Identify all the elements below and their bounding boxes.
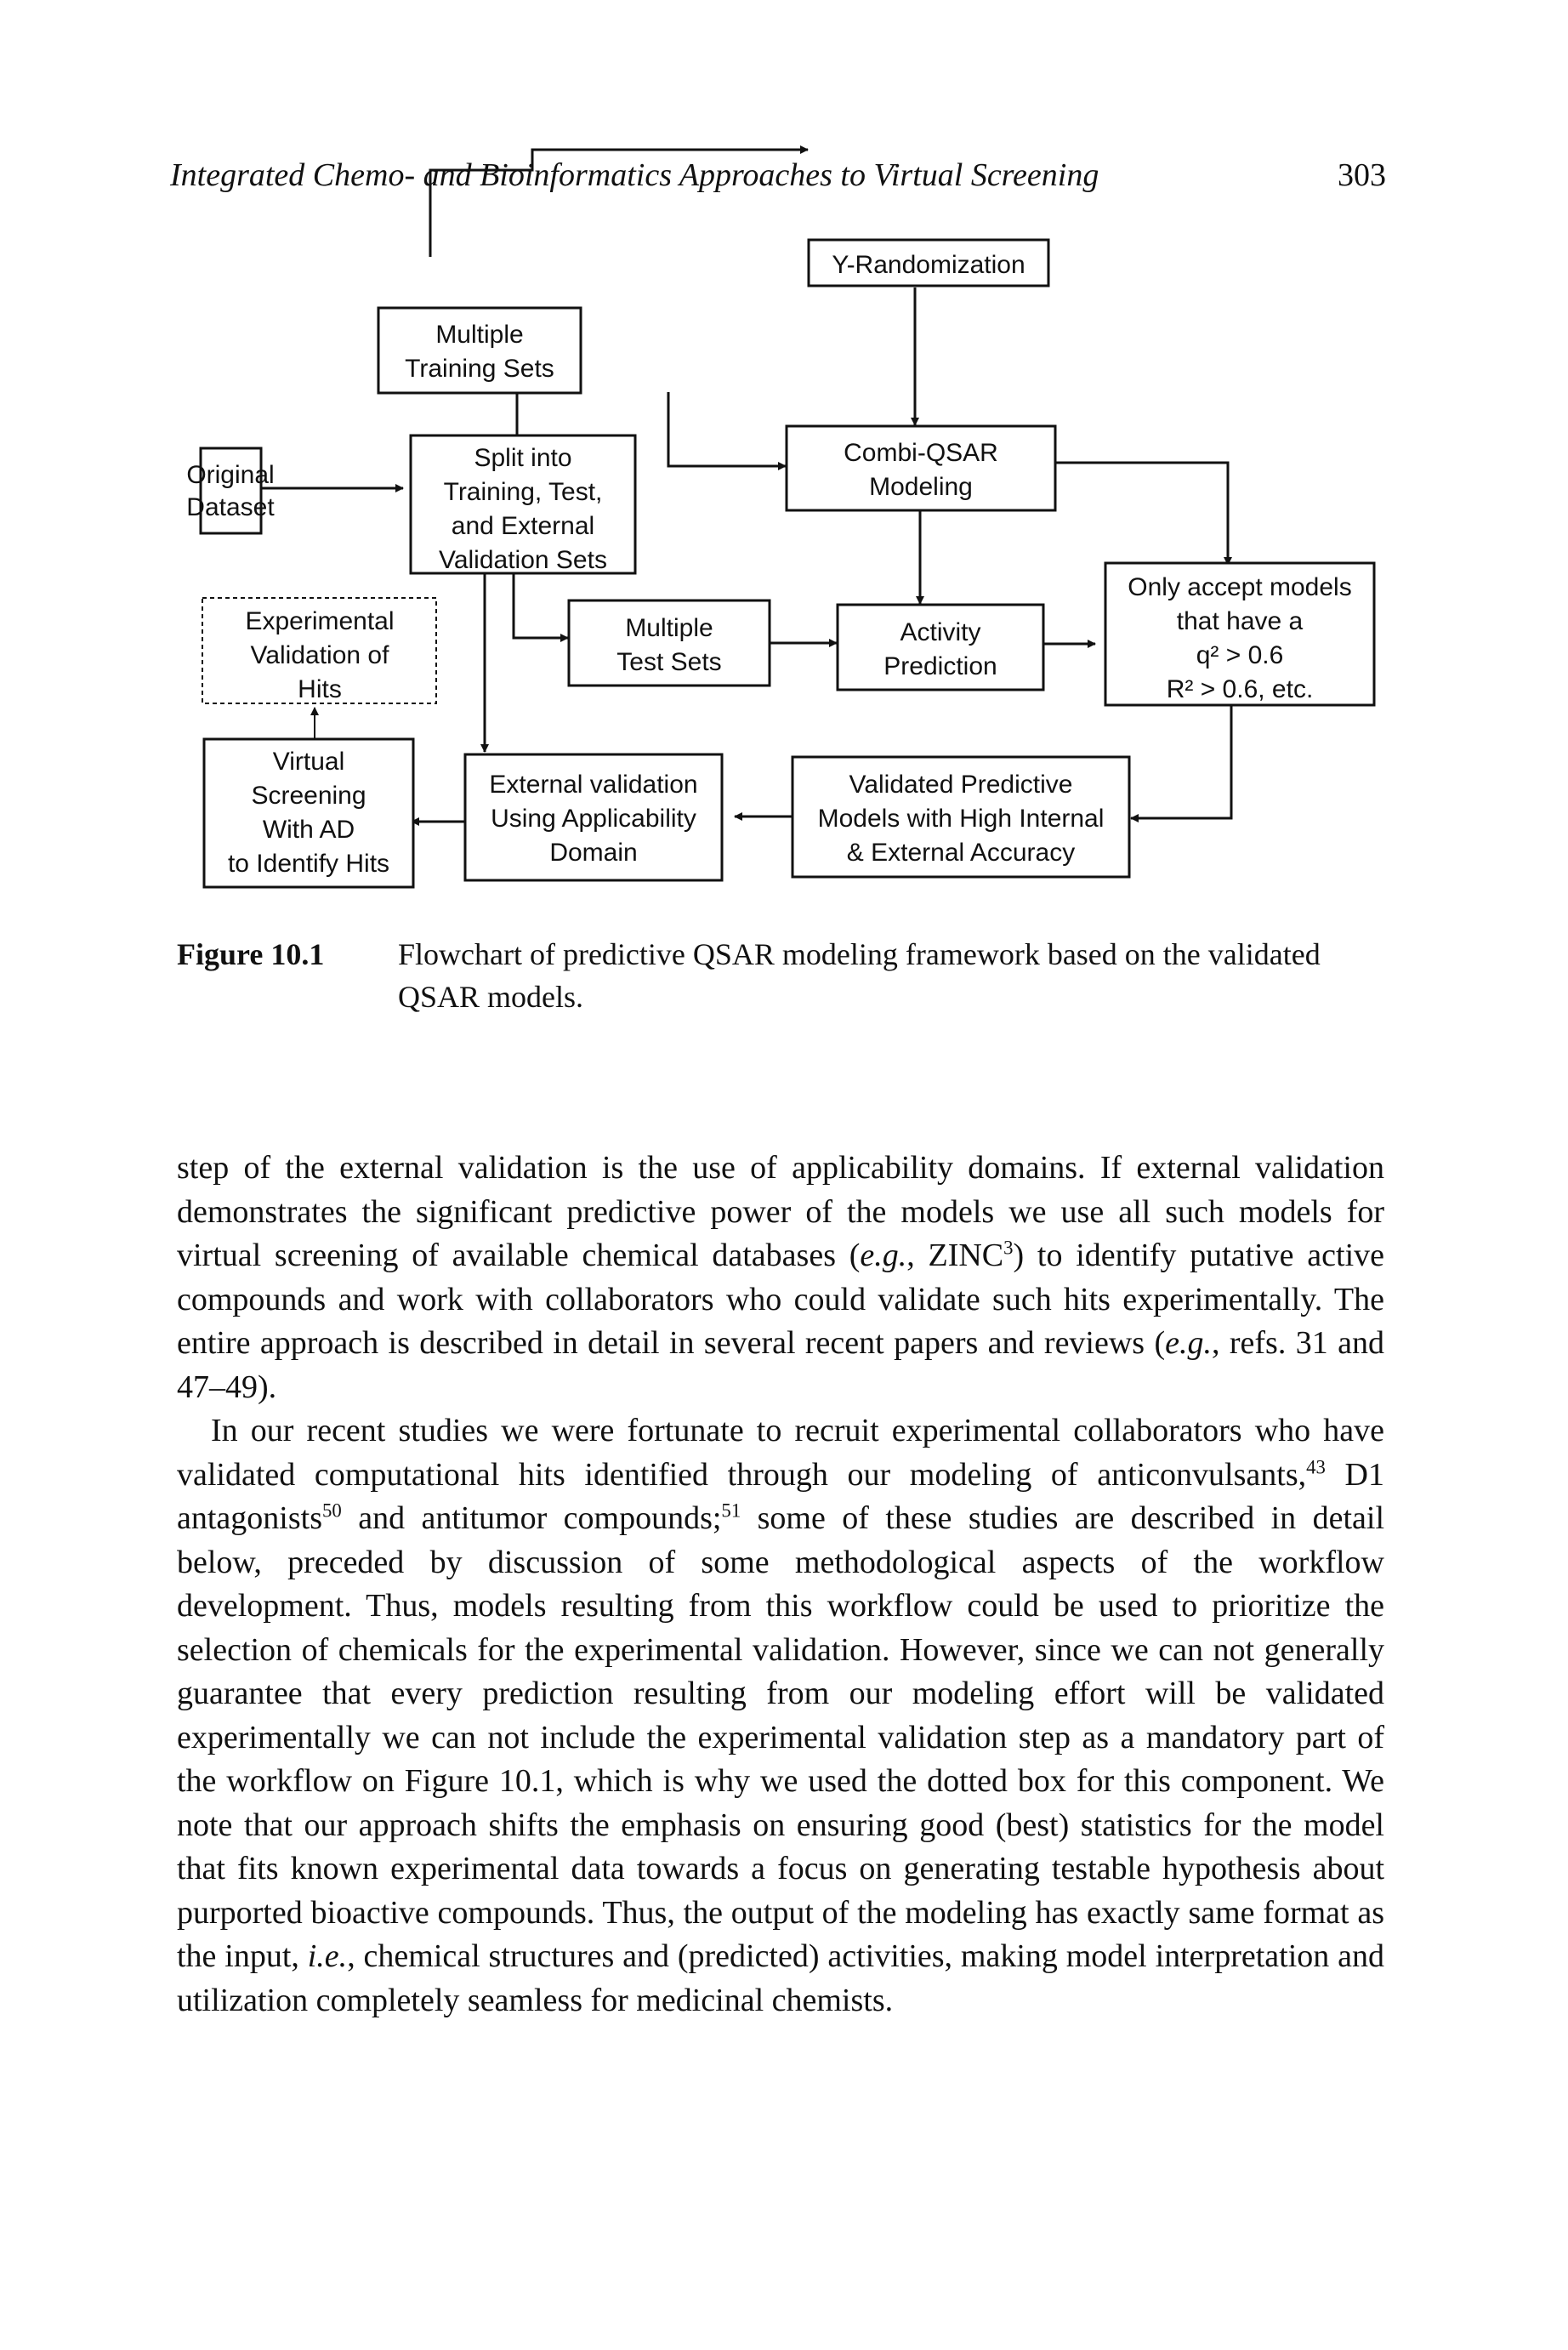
- label-training-2: Training Sets: [405, 355, 554, 383]
- label-testsets-1: Multiple: [625, 614, 713, 642]
- label-validated-1: Validated Predictive: [849, 771, 1073, 799]
- label-vs-3: With AD: [263, 816, 355, 844]
- edge-split-to-testsets: [512, 573, 569, 642]
- text-run-italic: e.g.: [1165, 1325, 1212, 1361]
- text-run-italic: e.g.: [860, 1238, 907, 1273]
- label-vs-2: Screening: [251, 782, 366, 810]
- text-run: , chemical structures and (predicted) ac…: [177, 1938, 1384, 2018]
- figure-caption: Figure 10.1 Flowchart of predictive QSAR…: [177, 933, 1384, 1018]
- label-activity-1: Activity: [900, 618, 980, 646]
- citation-superscript: 50: [321, 1499, 342, 1522]
- label-accept-4: R² > 0.6, etc.: [1167, 675, 1314, 703]
- label-original-dataset-2: Dataset: [186, 493, 275, 521]
- label-external-2: Using Applicability: [491, 805, 696, 833]
- label-split-2: Training, Test,: [444, 478, 603, 506]
- text-run: , ZINC: [906, 1238, 1004, 1273]
- citation-superscript: 43: [1306, 1455, 1326, 1477]
- edge-combi-to-accept: [1054, 461, 1232, 566]
- label-vs-4: to Identify Hits: [228, 850, 389, 878]
- edge-training-to-combi: [667, 392, 787, 470]
- label-split-3: and External: [452, 512, 594, 540]
- label-split-1: Split into: [474, 444, 571, 472]
- label-y-randomization: Y-Randomization: [832, 251, 1025, 279]
- label-external-1: External validation: [489, 771, 697, 799]
- label-experimental-2: Validation of: [251, 641, 390, 669]
- text-run: some of these studies are described in d…: [177, 1500, 1384, 1974]
- label-activity-2: Prediction: [883, 652, 997, 680]
- label-external-3: Domain: [549, 839, 637, 867]
- label-experimental-3: Hits: [298, 675, 342, 703]
- label-original-dataset-1: Original: [186, 461, 274, 489]
- edge-training-to-yrand: [429, 145, 809, 257]
- label-vs-1: Virtual: [273, 748, 345, 776]
- label-accept-3: q² > 0.6: [1196, 641, 1284, 669]
- text-run-italic: i.e.: [307, 1938, 348, 1974]
- label-testsets-2: Test Sets: [616, 648, 721, 676]
- paragraph-1: step of the external validation is the u…: [177, 1147, 1384, 1409]
- label-experimental-1: Experimental: [245, 607, 394, 635]
- text-run: In our recent studies we were fortunate …: [177, 1413, 1384, 1493]
- text-run: and antitumor compounds;: [341, 1500, 722, 1536]
- citation-superscript: 51: [721, 1499, 741, 1522]
- label-validated-2: Models with High Internal: [818, 805, 1105, 833]
- label-accept-1: Only accept models: [1128, 573, 1351, 601]
- label-validated-3: & External Accuracy: [847, 839, 1075, 867]
- qsar-flowchart: Y-Randomization Multiple Training Sets O…: [186, 145, 1376, 889]
- flow-connectors: [262, 145, 1233, 826]
- label-combi-1: Combi-QSAR: [844, 439, 998, 467]
- label-combi-2: Modeling: [869, 473, 973, 501]
- figure-caption-text: Flowchart of predictive QSAR modeling fr…: [398, 937, 1321, 1014]
- citation-superscript: 3: [1003, 1237, 1014, 1259]
- label-training-1: Multiple: [435, 321, 523, 349]
- label-accept-2: that have a: [1177, 607, 1304, 635]
- edge-accept-to-validated: [1130, 706, 1233, 822]
- paragraph-2: In our recent studies we were fortunate …: [177, 1409, 1384, 2023]
- body-text: step of the external validation is the u…: [177, 1147, 1384, 2023]
- figure-label: Figure 10.1: [177, 937, 325, 971]
- label-split-4: Validation Sets: [439, 546, 607, 574]
